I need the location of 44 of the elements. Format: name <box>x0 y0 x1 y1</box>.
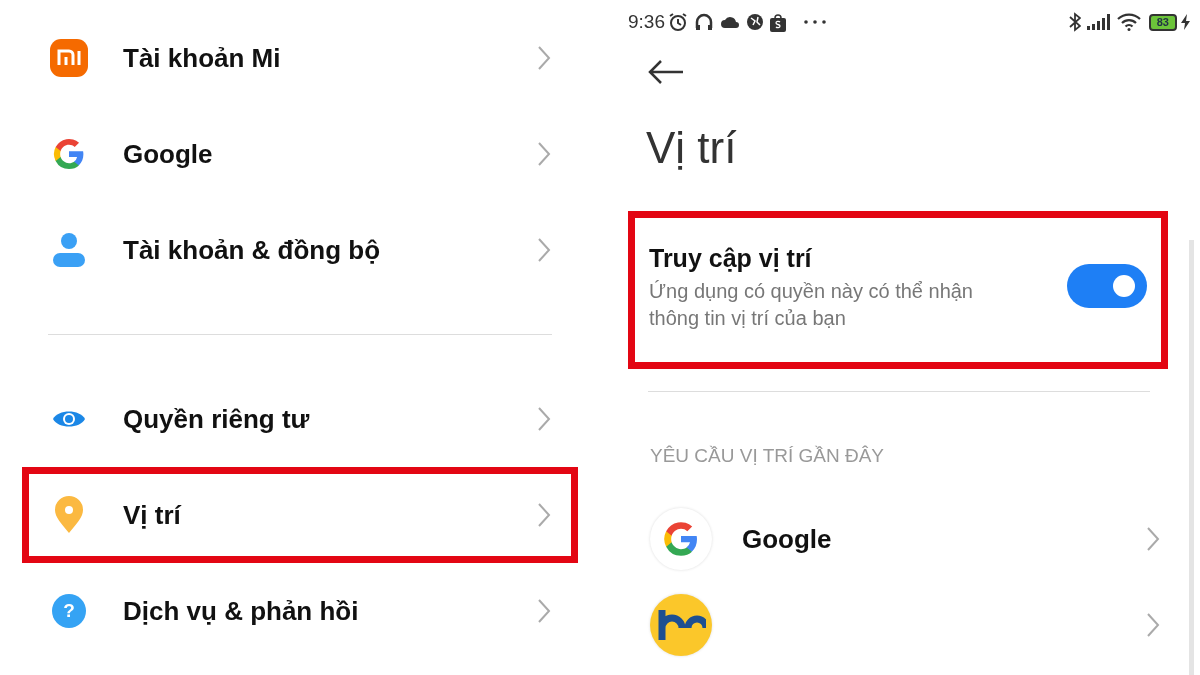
chevron-icon <box>537 406 551 432</box>
chevron-icon <box>537 237 551 263</box>
app-name: Google <box>742 522 833 556</box>
menu-item[interactable]: ? Dịch vụ & phản hồi <box>22 563 578 659</box>
chevron-icon <box>537 45 551 71</box>
menu-item-label: Tài khoản & đồng bộ <box>123 233 382 267</box>
headphones-icon <box>694 12 714 32</box>
menu-item-label: Quyền riêng tư <box>123 402 311 436</box>
menu-item[interactable]: Quyền riêng tư <box>22 371 578 467</box>
chevron-icon <box>1146 612 1160 638</box>
person-icon <box>52 232 86 268</box>
menu-item-label: Dịch vụ & phản hồi <box>123 594 360 628</box>
chevron-icon <box>1146 526 1160 552</box>
shopping-bag-icon <box>770 12 786 32</box>
setting-title: Truy cập vị trí <box>649 243 813 274</box>
status-time: 9:36 <box>628 9 665 34</box>
more-notifications-icon <box>804 20 826 24</box>
menu-item[interactable]: Tài khoản Mi <box>22 10 578 106</box>
menu-item[interactable]: Tài khoản & đồng bộ <box>22 202 578 298</box>
section-header: YÊU CẦU VỊ TRÍ GẦN ĐÂY <box>650 443 886 468</box>
logo-icon <box>50 39 88 77</box>
menu-item-label: Google <box>123 137 214 171</box>
menu-item[interactable]: Google <box>22 106 578 202</box>
back-arrow-icon[interactable] <box>648 60 684 84</box>
page-title: Vị trí <box>646 122 738 174</box>
setting-description: Ứng dụng có quyền này có thể nhận thông tin vị trí của bạn <box>649 278 974 331</box>
app-icon <box>650 594 712 656</box>
chevron-icon <box>537 141 551 167</box>
bluetooth-icon <box>1068 12 1081 32</box>
menu-item-label: Tài khoản Mi <box>123 41 282 75</box>
signal-icon <box>1086 14 1111 30</box>
alarm-clock-icon <box>668 12 688 32</box>
menu-item-label: Vị trí <box>123 498 183 532</box>
google-icon <box>650 508 712 570</box>
highlight-frame[interactable]: Vị trí <box>22 467 578 563</box>
battery-level: 83 <box>1148 13 1177 31</box>
app-row[interactable]: Google <box>628 496 1190 582</box>
chevron-icon <box>537 598 551 624</box>
location-pin-icon <box>54 496 84 534</box>
toggle-switch[interactable] <box>1067 263 1147 308</box>
chevron-icon <box>537 502 551 528</box>
wifi-icon <box>1116 13 1141 31</box>
help-icon: ? <box>52 594 86 628</box>
cloud-icon <box>720 15 740 29</box>
